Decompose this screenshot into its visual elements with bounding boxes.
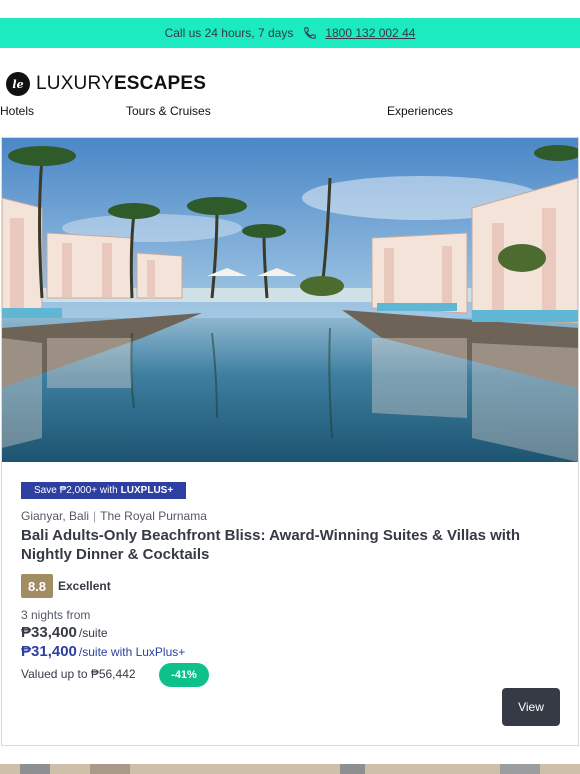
nav-tours-cruises[interactable]: Tours & Cruises <box>126 104 211 118</box>
location-text: Gianyar, Bali <box>21 509 90 523</box>
property-name: The Royal Purnama <box>100 509 207 523</box>
luxplus-badge-text: Save ₱2,000+ with <box>34 485 118 496</box>
logo-word-light: LUXURY <box>36 73 114 94</box>
logo-word-bold: ESCAPES <box>113 73 207 94</box>
nights-text: 3 nights from <box>21 608 91 622</box>
nav-hotels[interactable]: Hotels <box>0 104 34 118</box>
offer-title[interactable]: Bali Adults-Only Beachfront Bliss: Award… <box>21 526 561 564</box>
phone-icon <box>304 27 317 39</box>
rating-score: 8.8 <box>21 574 53 598</box>
rating-label: Excellent <box>58 579 111 593</box>
valued-text: Valued up to ₱56,442 <box>21 667 136 681</box>
discount-badge: -41% <box>159 663 209 687</box>
offer-location: Gianyar, Bali | The Royal Purnama <box>21 509 207 523</box>
price: ₱33,400/suite <box>21 624 108 641</box>
next-offer-image[interactable] <box>0 764 580 774</box>
price-amount: ₱33,400 <box>21 624 77 641</box>
phone-link[interactable]: 1800 132 002 44 <box>325 26 415 40</box>
luxplus-price: ₱31,400/suite with LuxPlus+ <box>21 643 185 660</box>
nav-experiences[interactable]: Experiences <box>387 104 453 118</box>
brand-logo[interactable]: le LUXURYESCAPES <box>6 72 206 96</box>
rating: 8.8 Excellent <box>21 574 111 598</box>
view-button[interactable]: View <box>502 688 560 726</box>
price-unit: /suite <box>78 626 108 640</box>
luxplus-price-unit: /suite with LuxPlus+ <box>78 645 186 659</box>
main-nav: Hotels Tours & Cruises Experiences <box>0 104 580 120</box>
offer-card[interactable]: Save ₱2,000+ with LUXPLUS+ Gianyar, Bali |… <box>1 137 579 746</box>
hero-image[interactable] <box>2 138 578 462</box>
logo-wordmark: LUXURYESCAPES <box>36 73 206 95</box>
luxplus-price-amount: ₱31,400 <box>21 643 77 660</box>
call-text: Call us 24 hours, 7 days <box>164 26 294 40</box>
luxplus-badge: Save ₱2,000+ with LUXPLUS+ <box>21 482 187 499</box>
location-divider: | <box>93 509 97 523</box>
contact-banner: Call us 24 hours, 7 days 1800 132 002 44 <box>0 18 580 48</box>
logo-mark: le <box>6 72 30 96</box>
luxplus-badge-brand: LUXPLUS+ <box>120 485 174 496</box>
